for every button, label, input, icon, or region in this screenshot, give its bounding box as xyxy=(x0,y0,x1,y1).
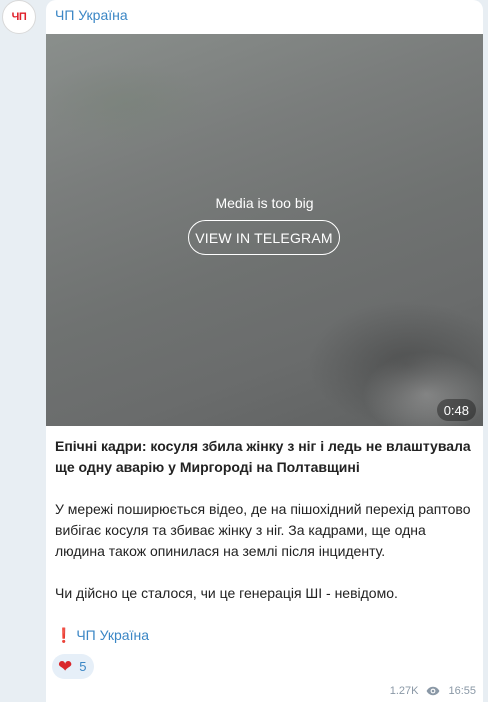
message-meta: 1.27K 16:55 xyxy=(390,685,476,697)
message-time: 16:55 xyxy=(448,685,476,697)
media-too-big-text: Media is too big xyxy=(215,195,314,211)
ukraine-flag-icon xyxy=(155,630,171,641)
exclamation-icon: ❗ xyxy=(55,627,73,643)
post-question: Чи дійсно це сталося, чи це генерація ШІ… xyxy=(55,585,398,601)
post-body: У мережі поширюється відео, де на пішохі… xyxy=(55,501,471,559)
channel-name-link[interactable]: ЧП Україна xyxy=(55,7,128,23)
eye-icon xyxy=(427,686,440,696)
video-preview[interactable]: Media is too big VIEW IN TELEGRAM 0:48 xyxy=(46,34,483,426)
message-bubble: ЧП Україна Media is too big VIEW IN TELE… xyxy=(46,0,483,702)
channel-avatar[interactable]: ЧП xyxy=(2,0,36,34)
views-count: 1.27K xyxy=(389,685,419,697)
video-duration-badge: 0:48 xyxy=(436,399,476,421)
reaction-heart-button[interactable]: ❤ 5 xyxy=(52,654,95,679)
signature-channel-link[interactable]: ЧП Україна xyxy=(76,627,149,643)
heart-icon: ❤ xyxy=(58,657,73,676)
reaction-count: 5 xyxy=(79,659,87,674)
post-signature: ❗ ЧП Україна xyxy=(55,625,477,646)
view-in-telegram-button[interactable]: VIEW IN TELEGRAM xyxy=(188,220,340,255)
post-headline: Епічні кадри: косуля збила жінку з ніг і… xyxy=(55,438,471,475)
post-text: Епічні кадри: косуля збила жінку з ніг і… xyxy=(55,436,477,646)
